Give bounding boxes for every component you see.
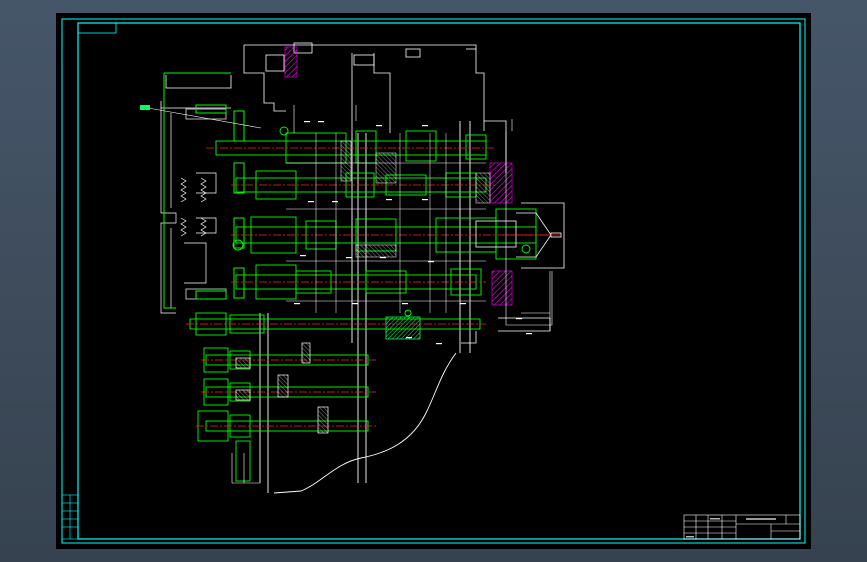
sheet-outer-border bbox=[61, 18, 806, 544]
lower-shaft-4 bbox=[197, 410, 369, 482]
gearbox-assembly bbox=[140, 42, 565, 494]
lower-housing-curve bbox=[273, 352, 457, 494]
cad-drawing bbox=[61, 18, 806, 544]
housing-walls bbox=[259, 121, 471, 493]
hatch-right-lower bbox=[491, 270, 513, 306]
sheet-inner-border bbox=[77, 22, 801, 540]
drawing-code-box bbox=[77, 22, 117, 34]
selection-tag bbox=[140, 105, 150, 110]
left-clutch-assembly bbox=[160, 108, 227, 314]
title-block bbox=[683, 514, 801, 540]
hatch-right-upper bbox=[489, 162, 513, 204]
hatch-green-block bbox=[385, 316, 421, 340]
clutch-teeth bbox=[180, 177, 207, 237]
side-stamp bbox=[61, 494, 79, 540]
cad-viewport[interactable] bbox=[56, 13, 811, 549]
hatch-top bbox=[284, 46, 298, 78]
